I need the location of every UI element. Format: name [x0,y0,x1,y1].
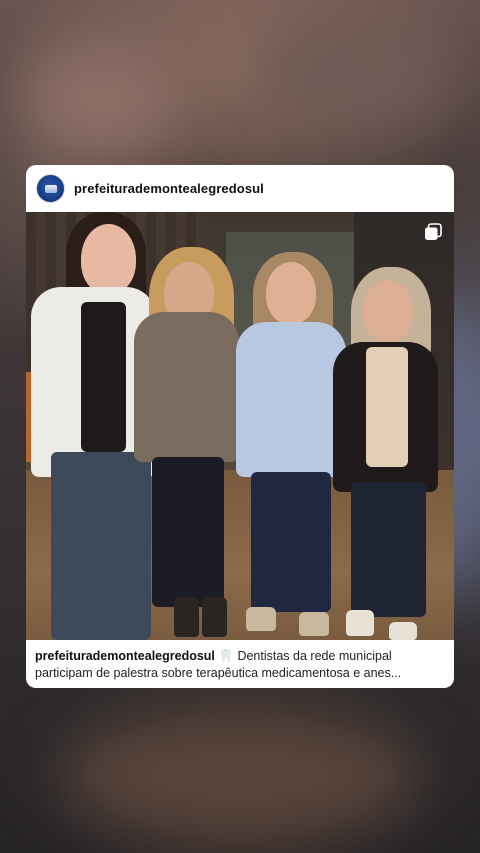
post-header: prefeiturademontealegredosul [26,165,454,212]
post-caption[interactable]: prefeiturademontealegredosul 🦷 Dentistas… [26,640,454,688]
blurred-background [250,20,450,130]
photo-person [331,212,446,640]
post-card[interactable]: prefeiturademontealegredosul prefeiturad… [26,165,454,688]
caption-username[interactable]: prefeiturademontealegredosul [35,649,215,663]
tooth-emoji: 🦷 [218,649,234,663]
post-username[interactable]: prefeiturademontealegredosul [74,181,264,196]
post-photo[interactable] [26,212,454,640]
logo-icon [44,184,57,193]
photo-person [134,212,244,640]
blurred-background [60,720,420,830]
multiple-photos-icon [425,223,442,240]
profile-avatar[interactable] [36,174,65,203]
blurred-background [20,40,180,160]
